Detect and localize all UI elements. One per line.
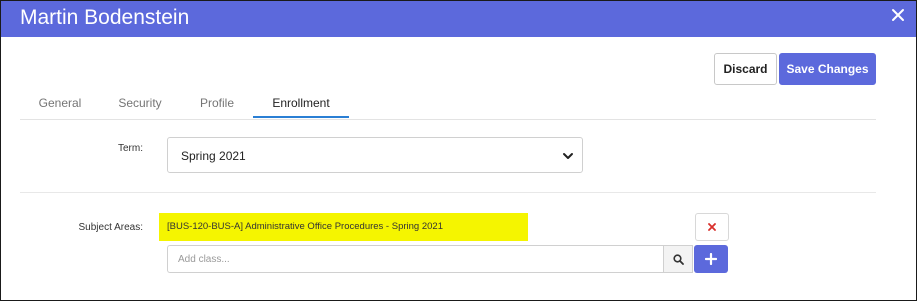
active-tab-indicator (253, 116, 349, 118)
term-select[interactable]: Spring 2021 (167, 137, 583, 173)
tab-general[interactable]: General (20, 89, 100, 117)
enrolled-class-item: [BUS-120-BUS-A] Administrative Office Pr… (159, 213, 528, 241)
save-changes-button[interactable]: Save Changes (779, 53, 876, 85)
search-class-button[interactable] (663, 245, 693, 273)
term-label: Term: (118, 143, 143, 154)
chevron-down-icon (563, 153, 573, 159)
tab-security[interactable]: Security (100, 89, 180, 117)
tab-bar: General Security Profile Enrollment (20, 89, 876, 120)
discard-button[interactable]: Discard (714, 53, 777, 85)
add-class-button[interactable] (694, 245, 728, 273)
close-icon[interactable] (890, 7, 906, 23)
dialog-title: Martin Bodenstein (20, 6, 190, 29)
tab-profile[interactable]: Profile (178, 89, 256, 117)
tab-enrollment[interactable]: Enrollment (253, 89, 349, 117)
remove-class-button[interactable] (695, 213, 729, 241)
add-class-input[interactable] (167, 245, 663, 273)
search-icon (673, 254, 684, 265)
remove-x-icon (708, 223, 716, 231)
user-edit-dialog: Martin Bodenstein Discard Save Changes G… (0, 0, 917, 301)
term-select-value: Spring 2021 (181, 149, 246, 163)
plus-icon (705, 253, 717, 265)
subject-areas-label: Subject Areas: (78, 222, 143, 233)
section-divider (20, 192, 876, 193)
dialog-header: Martin Bodenstein (1, 1, 916, 37)
